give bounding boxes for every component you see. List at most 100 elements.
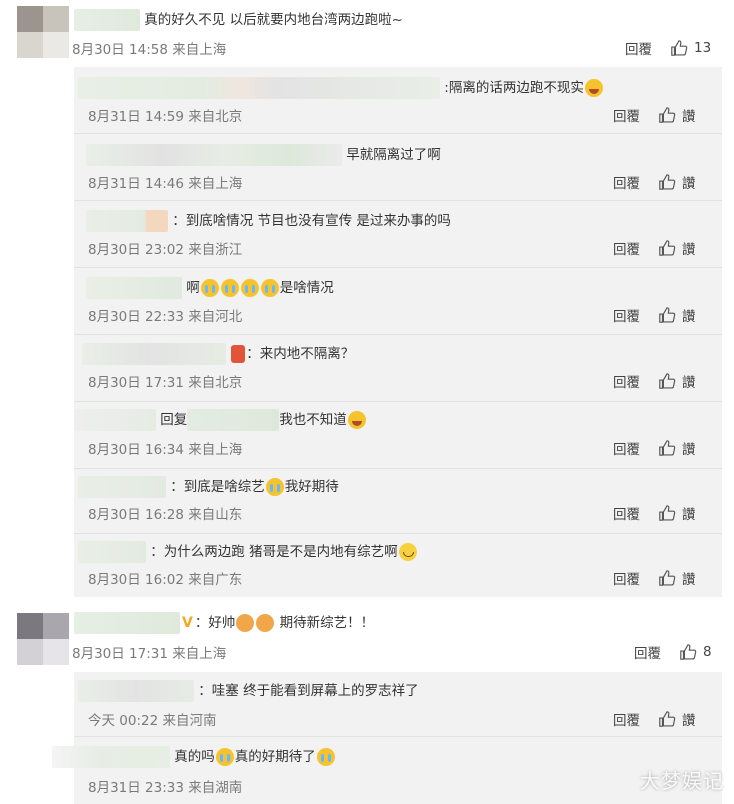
reply-button[interactable]: 回覆 xyxy=(613,438,640,458)
hug-emoji-icon xyxy=(236,614,255,632)
like-button[interactable]: 8 xyxy=(679,643,712,661)
reply-button[interactable]: 回覆 xyxy=(613,305,640,325)
hug-emoji-icon xyxy=(256,614,275,632)
reply-button[interactable]: 回覆 xyxy=(613,371,640,391)
reply-text: ：哇塞 终于能看到屏幕上的罗志祥了 xyxy=(78,679,419,703)
reply-list: ：哇塞 终于能看到屏幕上的罗志祥了 今天 00:22 来自河南 回覆 讚 真的吗… xyxy=(52,672,722,804)
thumbs-up-icon xyxy=(659,373,676,389)
like-button[interactable]: 讚 xyxy=(658,568,696,588)
username-blurred[interactable] xyxy=(74,612,180,634)
reply-meta: 8月31日 23:33 来自湖南 xyxy=(88,780,243,796)
reply-meta: 今天 00:22 来自河南 xyxy=(88,713,217,729)
reply-button[interactable]: 回覆 xyxy=(634,642,661,662)
thumbs-up-icon xyxy=(659,505,676,521)
username-blurred[interactable] xyxy=(86,277,182,299)
thumbs-up-icon xyxy=(659,570,676,586)
like-button[interactable]: 13 xyxy=(670,39,711,57)
comment-actions: 回覆 8 xyxy=(634,642,712,662)
reply-item: ：为什么两边跑 猪哥是不是内地有综艺啊 8月30日 16:02 来自广东 回覆 … xyxy=(74,534,722,597)
like-button[interactable]: 讚 xyxy=(658,238,696,258)
reply-meta: 8月30日 22:33 来自河北 xyxy=(88,309,243,325)
reply-list: :隔离的话两边跑不现实 8月31日 14:59 来自北京 回覆 讚 早就隔离过了… xyxy=(74,67,722,597)
reply-item: 啊是啥情况 8月30日 22:33 来自河北 回覆 讚 xyxy=(74,268,722,335)
username-blurred[interactable] xyxy=(78,476,166,498)
reply-button[interactable]: 回覆 xyxy=(613,568,640,588)
crying-emoji-icon xyxy=(200,279,219,297)
reply-item: 回复 我也不知道 8月30日 16:34 来自上海 回覆 讚 xyxy=(74,402,722,469)
comment-text: V ：好帅 期待新综艺！！ xyxy=(74,611,374,635)
laugh-emoji-icon xyxy=(584,79,603,97)
like-count: 8 xyxy=(703,644,712,660)
reply-item: ：哇塞 终于能看到屏幕上的罗志祥了 今天 00:22 来自河南 回覆 讚 xyxy=(74,672,722,737)
like-button[interactable]: 讚 xyxy=(658,305,696,325)
thumbs-up-icon xyxy=(680,644,697,660)
verified-v-icon: V xyxy=(182,615,193,631)
reply-text: ：为什么两边跑 猪哥是不是内地有综艺啊 xyxy=(78,540,418,564)
reply-meta: 8月30日 23:02 来自浙江 xyxy=(88,242,243,258)
smile-emoji-icon xyxy=(398,543,417,561)
reply-actions: 回覆 讚 xyxy=(613,305,696,325)
reply-meta: 8月30日 16:34 来自上海 xyxy=(88,442,243,458)
thumbs-up-icon xyxy=(659,240,676,256)
reply-item: 真的吗 真的好期待了 8月31日 23:33 来自湖南 xyxy=(52,737,722,804)
reply-meta: 8月30日 16:02 来自广东 xyxy=(88,572,243,588)
username-blurred[interactable] xyxy=(52,746,170,768)
like-button[interactable]: 讚 xyxy=(658,709,696,729)
reply-actions: 回覆 讚 xyxy=(613,568,696,588)
reply-actions: 回覆 讚 xyxy=(613,238,696,258)
thumbs-up-icon xyxy=(659,107,676,123)
reply-text: ：到底是啥综艺 我好期待 xyxy=(78,475,339,499)
like-count: 13 xyxy=(694,40,712,56)
like-button[interactable]: 讚 xyxy=(658,105,696,125)
comment-meta: 8月30日 17:31 来自上海 xyxy=(72,646,227,662)
comment-actions: 回覆 13 xyxy=(625,38,711,58)
username-blurred[interactable] xyxy=(86,210,168,232)
username-blurred[interactable] xyxy=(78,541,146,563)
reply-text: :隔离的话两边跑不现实 xyxy=(78,76,604,100)
reply-button[interactable]: 回覆 xyxy=(613,503,640,523)
reply-meta: 8月31日 14:59 来自北京 xyxy=(88,109,243,125)
user-avatar[interactable] xyxy=(17,613,69,665)
thumbs-up-icon xyxy=(659,711,676,727)
crying-emoji-icon xyxy=(265,478,284,496)
reply-meta: 8月31日 14:46 来自上海 xyxy=(88,176,243,192)
reply-actions: 回覆 讚 xyxy=(613,438,696,458)
user-avatar[interactable] xyxy=(17,6,69,58)
like-button[interactable]: 讚 xyxy=(658,503,696,523)
username-blurred[interactable] xyxy=(86,144,342,166)
reply-button[interactable]: 回覆 xyxy=(613,238,640,258)
like-button[interactable]: 讚 xyxy=(658,371,696,391)
reply-button[interactable]: 回覆 xyxy=(613,172,640,192)
reply-button[interactable]: 回覆 xyxy=(613,105,640,125)
reply-actions: 回覆 讚 xyxy=(613,105,696,125)
thumbs-up-icon xyxy=(659,307,676,323)
username-blurred[interactable] xyxy=(78,77,440,99)
crying-emoji-icon xyxy=(260,279,279,297)
username-blurred[interactable] xyxy=(74,9,140,31)
reply-button[interactable]: 回覆 xyxy=(625,38,652,58)
mentioned-user-blurred[interactable] xyxy=(187,409,280,431)
crying-emoji-icon xyxy=(220,279,239,297)
reply-item: :隔离的话两边跑不现实 8月31日 14:59 来自北京 回覆 讚 xyxy=(74,67,722,134)
watermark: 大梦娱记 xyxy=(640,769,724,793)
like-button[interactable]: 讚 xyxy=(658,438,696,458)
comment-meta: 8月30日 14:58 来自上海 xyxy=(72,42,227,58)
like-button[interactable]: 讚 xyxy=(658,172,696,192)
reply-item: ：来内地不隔离？ 8月30日 17:31 来自北京 回覆 讚 xyxy=(74,335,722,402)
crying-emoji-icon xyxy=(316,748,335,766)
reply-meta: 8月30日 17:31 来自北京 xyxy=(88,375,243,391)
username-blurred[interactable] xyxy=(74,409,156,431)
reply-button[interactable]: 回覆 xyxy=(613,709,640,729)
username-blurred[interactable] xyxy=(82,343,226,365)
reply-item: ：到底是啥综艺 我好期待 8月30日 16:28 来自山东 回覆 讚 xyxy=(74,469,722,534)
thumbs-up-icon xyxy=(671,40,688,56)
reply-actions: 回覆 讚 xyxy=(613,172,696,192)
reply-text: 啊是啥情况 xyxy=(86,276,334,300)
red-packet-emoji-icon xyxy=(231,345,246,363)
username-blurred[interactable] xyxy=(78,680,194,702)
reply-actions: 回覆 讚 xyxy=(613,371,696,391)
reply-text: ：来内地不隔离？ xyxy=(82,342,354,366)
thumbs-up-icon xyxy=(659,174,676,190)
reply-actions: 回覆 讚 xyxy=(613,503,696,523)
reply-text: 早就隔离过了啊 xyxy=(86,143,441,167)
